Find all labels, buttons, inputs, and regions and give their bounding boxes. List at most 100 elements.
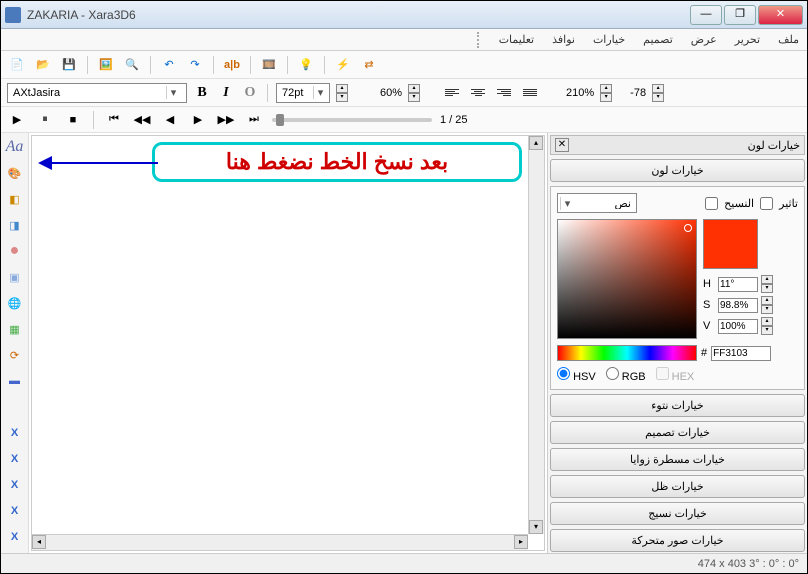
sv-picker[interactable] (557, 219, 697, 339)
new-icon[interactable]: 📄 (7, 55, 27, 75)
size-combo[interactable]: ▾ (276, 83, 330, 103)
x5-icon[interactable]: X (5, 527, 25, 547)
target-input[interactable] (574, 197, 634, 209)
maximize-button[interactable]: ❐ (724, 5, 756, 25)
texture-checkbox[interactable] (760, 197, 773, 210)
hue-slider[interactable] (557, 345, 697, 361)
undo-icon[interactable]: ↶ (159, 55, 179, 75)
font-dropdown-icon[interactable]: ▾ (166, 86, 180, 99)
s-spinner[interactable]: ▴▾ (761, 296, 773, 314)
block-icon[interactable]: ▬ (5, 371, 25, 391)
statusbar: 474 x 403 3° : 0° : 0° (1, 553, 807, 573)
animation-options-button[interactable]: خيارات صور متحركة (550, 529, 805, 552)
save-icon[interactable]: 💾 (59, 55, 79, 75)
align-center-icon[interactable] (468, 83, 488, 103)
x4-icon[interactable]: X (5, 501, 25, 521)
cube3-icon[interactable]: ▣ (5, 267, 25, 287)
palette-icon[interactable]: 🎨 (5, 163, 25, 183)
italic-button[interactable]: I (217, 85, 235, 101)
outline-button[interactable]: O (241, 85, 259, 101)
text-tool-icon[interactable]: a|b (222, 55, 242, 75)
stop-icon[interactable]: ■ (63, 110, 83, 130)
size-dropdown-icon[interactable]: ▾ (313, 86, 327, 99)
menu-file[interactable]: ملف (778, 33, 799, 46)
anim-icon[interactable]: ⟳ (5, 345, 25, 365)
size-input[interactable] (279, 87, 313, 99)
align-right-icon[interactable] (494, 83, 514, 103)
scroll-right-icon[interactable]: ▸ (514, 535, 528, 549)
text-style-icon[interactable]: Aa (5, 137, 25, 157)
h-spinner[interactable]: ▴▾ (761, 275, 773, 293)
size-spinner[interactable]: ▴▾ (336, 84, 348, 102)
effect-checkbox2[interactable] (705, 197, 718, 210)
bevel-options-button[interactable]: خيارات نتوء (550, 394, 805, 417)
left-toolbox: Aa 🎨 ◧ ◨ ● ▣ 🌐 ▦ ⟳ ▬ X X X X X (1, 133, 29, 553)
frame-slider[interactable] (272, 118, 432, 122)
menu-design[interactable]: تصميم (643, 33, 673, 46)
align-left-icon[interactable] (442, 83, 462, 103)
first-frame-icon[interactable]: ⏮ (104, 110, 124, 130)
angle-options-button[interactable]: خيارات مسطرة زوايا (550, 448, 805, 471)
v-spinner[interactable]: ▴▾ (761, 317, 773, 335)
film-icon[interactable]: 🎞️ (259, 55, 279, 75)
color-options-button[interactable]: خيارات لون (550, 159, 805, 182)
panel-close-icon[interactable]: ✕ (555, 138, 569, 152)
align-justify-icon[interactable] (520, 83, 540, 103)
canvas[interactable]: بعد نسخ الخط نضغط هنا ▴ ▾ ◂ ▸ (31, 135, 545, 551)
s-input[interactable] (718, 298, 758, 313)
hex-input[interactable] (711, 346, 771, 361)
export-icon[interactable]: 🖼️ (96, 55, 116, 75)
menu-windows[interactable]: نوافذ (552, 33, 575, 46)
scroll-left-icon[interactable]: ◂ (32, 535, 46, 549)
kerning-spinner[interactable]: ▴▾ (652, 84, 664, 102)
step-back-icon[interactable]: ◀ (160, 110, 180, 130)
hsv-radio[interactable]: HSV (557, 367, 596, 383)
menu-edit[interactable]: تحرير (735, 33, 760, 46)
sphere-icon[interactable]: ● (5, 241, 25, 261)
globe-icon[interactable]: 🌐 (5, 293, 25, 313)
play-icon[interactable]: ▶ (7, 110, 27, 130)
last-frame-icon[interactable]: ⏭ (244, 110, 264, 130)
cube2-icon[interactable]: ◨ (5, 215, 25, 235)
cube1-icon[interactable]: ◧ (5, 189, 25, 209)
hex-radio[interactable]: HEX (656, 367, 695, 383)
zoom2-spinner[interactable]: ▴▾ (600, 84, 612, 102)
font-combo[interactable]: ▾ (7, 83, 187, 103)
scroll-up-icon[interactable]: ▴ (529, 136, 543, 150)
bolt-icon[interactable]: ⚡ (333, 55, 353, 75)
step-fwd-icon[interactable]: ▶ (188, 110, 208, 130)
scroll-down-icon[interactable]: ▾ (529, 520, 543, 534)
bold-button[interactable]: B (193, 85, 211, 101)
font-input[interactable] (10, 87, 166, 99)
close-button[interactable]: ✕ (758, 5, 803, 25)
rgb-radio[interactable]: RGB (606, 367, 646, 383)
zoom1-spinner[interactable]: ▴▾ (408, 84, 420, 102)
shadow-options-button[interactable]: خيارات ظل (550, 475, 805, 498)
menu-options[interactable]: خيارات (593, 33, 625, 46)
texture-icon[interactable]: ▦ (5, 319, 25, 339)
prev-frame-icon[interactable]: ◀◀ (132, 110, 152, 130)
x1-icon[interactable]: X (5, 423, 25, 443)
target-dropdown-icon[interactable]: ▾ (560, 197, 574, 210)
texture-options-button[interactable]: خيارات نسيج (550, 502, 805, 525)
v-input[interactable] (718, 319, 758, 334)
pause-icon[interactable]: ⏸ (35, 110, 55, 130)
preview-icon[interactable]: 🔍 (122, 55, 142, 75)
menu-view[interactable]: عرض (691, 33, 717, 46)
light-icon[interactable]: 💡 (296, 55, 316, 75)
horizontal-scrollbar[interactable]: ◂ ▸ (32, 534, 528, 550)
h-input[interactable] (718, 277, 758, 292)
color-panel: تاثير النسيح ▾ H▴▾ S▴▾ V (550, 186, 805, 390)
target-combo[interactable]: ▾ (557, 193, 637, 213)
swap-icon[interactable]: ⇄ (359, 55, 379, 75)
x3-icon[interactable]: X (5, 475, 25, 495)
next-frame-icon[interactable]: ▶▶ (216, 110, 236, 130)
x2-icon[interactable]: X (5, 449, 25, 469)
redo-icon[interactable]: ↷ (185, 55, 205, 75)
open-icon[interactable]: 📂 (33, 55, 53, 75)
design-options-button[interactable]: خيارات تصميم (550, 421, 805, 444)
menu-handle (477, 32, 481, 48)
minimize-button[interactable]: — (690, 5, 722, 25)
menu-help[interactable]: تعليمات (499, 33, 534, 46)
vertical-scrollbar[interactable]: ▴ ▾ (528, 136, 544, 534)
